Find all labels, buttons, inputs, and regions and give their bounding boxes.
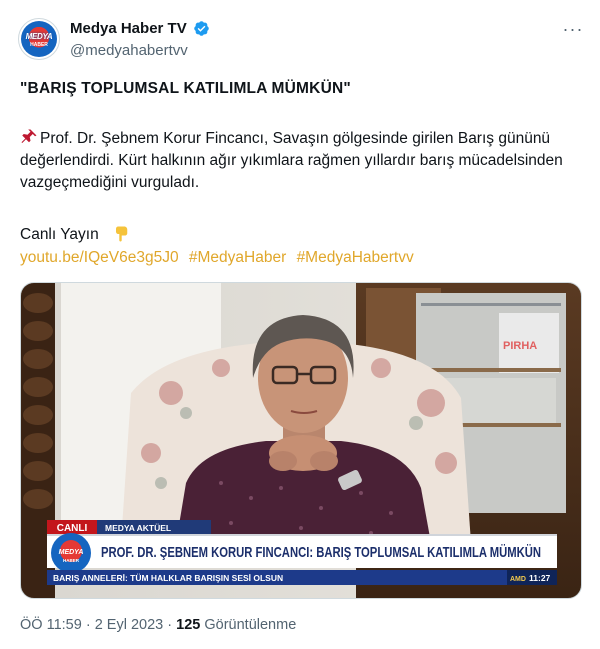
video-thumbnail[interactable]: PIRHA CANLI MEDYA AKTÜEL PROF. DR. ŞEBNE… — [20, 282, 582, 599]
video-logo-text: MEDYA — [59, 549, 84, 556]
clock-prefix: AMD — [510, 576, 526, 583]
video-logo-subtext: HABER — [63, 558, 80, 563]
live-label: Canlı Yayın — [20, 226, 99, 243]
tweet-title: "BARIŞ TOPLUMSAL KATILIMLA MÜMKÜN" — [20, 80, 351, 97]
tweet-card: MEDYA HABER Medya Haber TV @medyahabertv… — [0, 0, 600, 649]
video-frame: PIRHA CANLI MEDYA AKTÜEL PROF. DR. ŞEBNE… — [21, 283, 581, 598]
program-name: MEDYA AKTÜEL — [105, 523, 171, 533]
avatar[interactable]: MEDYA HABER — [18, 18, 60, 60]
hashtag-medyahabertvv[interactable]: #MedyaHabertvv — [297, 249, 414, 266]
video-link[interactable]: youtu.be/IQeV6e3g5J0 — [20, 249, 179, 266]
pointing-down-hand-icon — [116, 226, 128, 242]
views-label: Görüntülenme — [204, 617, 297, 633]
live-badge: CANLI — [57, 523, 88, 534]
tweet-body-text: Prof. Dr. Şebnem Korur Fincancı, Savaşın… — [20, 130, 563, 191]
tweet-date[interactable]: 2 Eyl 2023 — [95, 617, 164, 633]
verified-badge-icon — [194, 21, 209, 36]
tweet-meta: ÖÖ 11:59 · 2 Eyl 2023 · 125 Görüntülenme — [20, 617, 296, 633]
video-watermark: PIRHA — [503, 340, 537, 352]
author-name[interactable]: Medya Haber TV — [70, 20, 187, 37]
news-ticker: BARIŞ ANNELERİ: TÜM HALKLAR BARIŞIN SESİ… — [53, 573, 283, 583]
meta-separator-2: · — [167, 617, 173, 633]
avatar-logo-subtext: HABER — [30, 42, 48, 48]
more-options-icon[interactable]: ··· — [562, 20, 584, 38]
pushpin-icon — [21, 129, 37, 143]
meta-separator: · — [85, 617, 91, 633]
hashtag-medyahaber[interactable]: #MedyaHaber — [189, 249, 286, 266]
author-handle[interactable]: @medyahabertvv — [70, 42, 188, 59]
broadcast-clock: 11:27 — [529, 573, 551, 583]
tweet-time[interactable]: ÖÖ 11:59 — [20, 617, 82, 633]
views-count: 125 — [176, 617, 201, 633]
tweet-body: Prof. Dr. Şebnem Korur Fincancı, Savaşın… — [20, 128, 580, 194]
avatar-logo-text: MEDYA — [25, 32, 53, 41]
links-line: youtu.be/IQeV6e3g5J0 #MedyaHaber #MedyaH… — [20, 249, 420, 267]
live-line: Canlı Yayın — [20, 225, 131, 244]
video-headline: PROF. DR. ŞEBNEM KORUR FINCANCI: BARIŞ T… — [101, 544, 541, 561]
